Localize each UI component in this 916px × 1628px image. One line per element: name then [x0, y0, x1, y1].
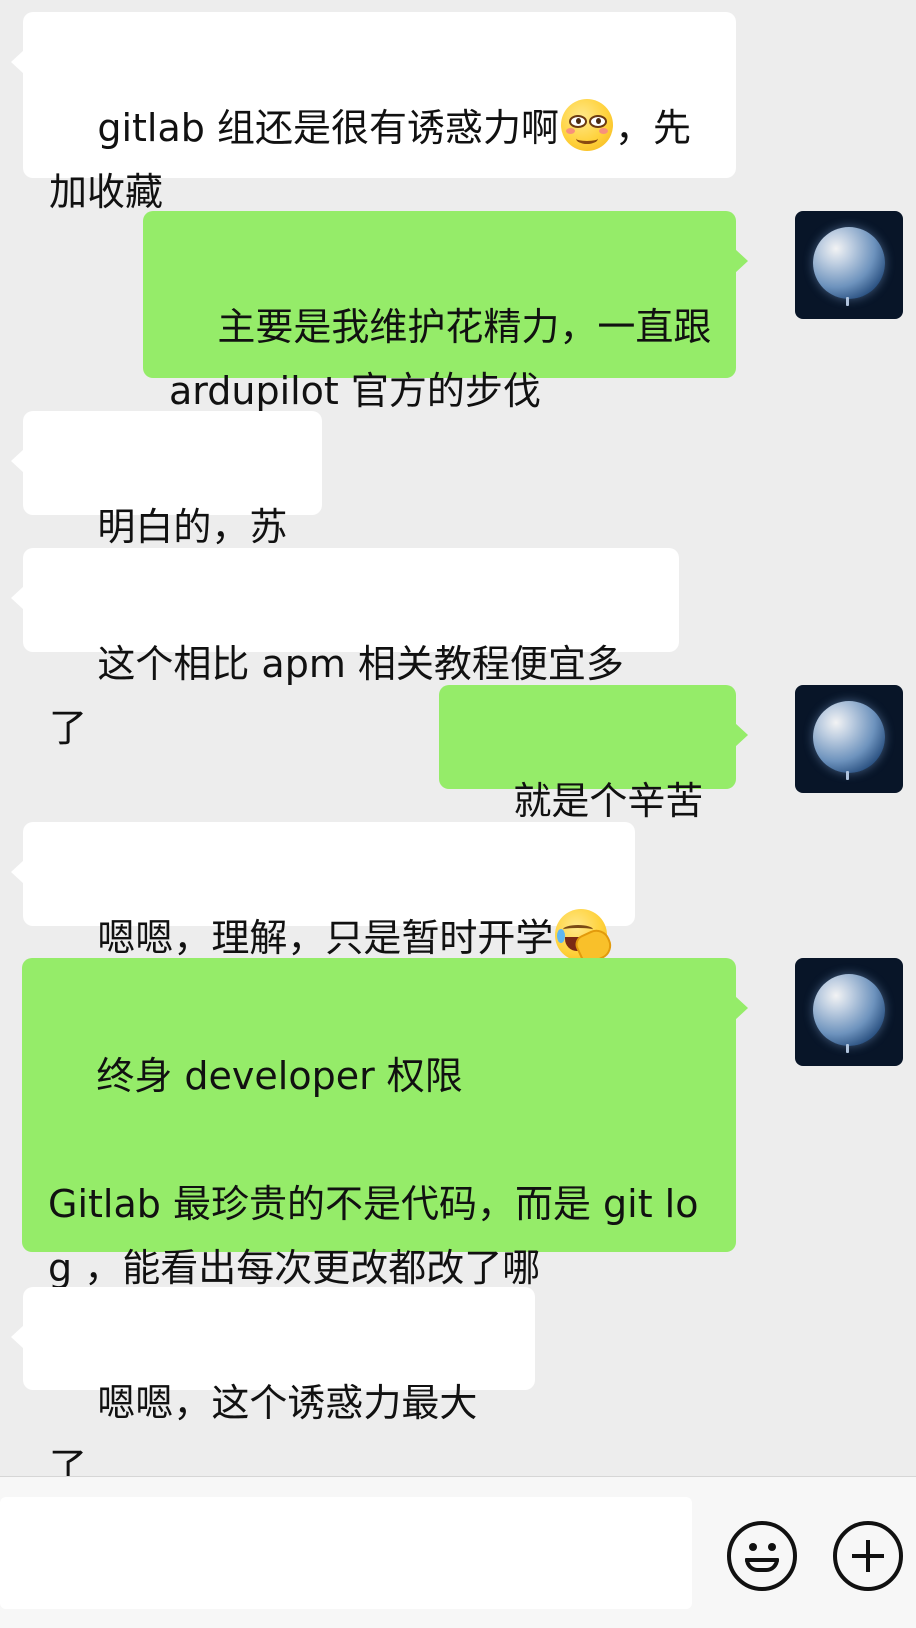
message-input[interactable]: [0, 1497, 692, 1609]
message-incoming[interactable]: 这个相比 apm 相关教程便宜多了: [11, 548, 679, 750]
chat-message-list: gitlab 组还是很有诱惑力啊 ，先加收藏 主要是我维护花精力，一直跟 ardu…: [0, 0, 916, 1489]
message-incoming[interactable]: 嗯嗯，理解，只是暂时开学: [11, 822, 635, 967]
facepalm-emoji: [555, 909, 617, 967]
earth-avatar-icon[interactable]: [795, 211, 903, 319]
message-outgoing[interactable]: 终身 developer 权限 Gitlab 最珍贵的不是代码，而是 git l…: [22, 958, 748, 1290]
message-text: 嗯嗯，这个诱惑力最大了: [49, 1381, 478, 1489]
message-text: 主要是我维护花精力，一直跟 ardupilot 官方的步伐: [169, 305, 724, 413]
earth-avatar-icon[interactable]: [795, 958, 903, 1066]
plus-circle-icon[interactable]: [833, 1521, 903, 1591]
message-incoming[interactable]: 嗯嗯，这个诱惑力最大了: [11, 1287, 535, 1489]
smiley-icon[interactable]: [727, 1521, 797, 1591]
smiling-face-emoji: [560, 99, 613, 151]
input-bar: [0, 1477, 916, 1628]
message-incoming[interactable]: gitlab 组还是很有诱惑力啊 ，先加收藏: [11, 12, 736, 214]
message-text: 嗯嗯，理解，只是暂时开学: [97, 916, 554, 960]
message-outgoing[interactable]: 就是个辛苦费: [439, 685, 748, 887]
message-incoming[interactable]: 明白的，苏哥: [11, 411, 322, 613]
message-outgoing[interactable]: 主要是我维护花精力，一直跟 ardupilot 官方的步伐: [143, 211, 748, 413]
message-text: gitlab 组还是很有诱惑力啊: [97, 106, 559, 150]
message-text: 终身 developer 权限 Gitlab 最珍贵的不是代码，而是 git l…: [48, 1054, 699, 1290]
earth-avatar-icon[interactable]: [795, 685, 903, 793]
